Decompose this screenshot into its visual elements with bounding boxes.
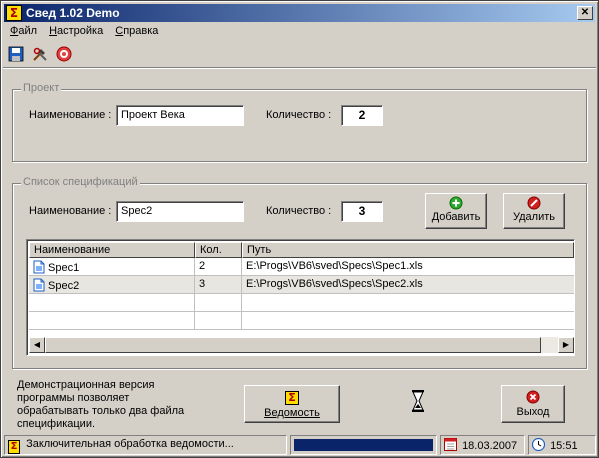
sigma-icon: Σ <box>285 391 299 405</box>
report-button-label: Ведомость <box>264 407 320 419</box>
report-button[interactable]: Σ Ведомость <box>244 385 340 423</box>
toolbar <box>5 43 75 65</box>
project-qty-input[interactable]: 2 <box>341 105 383 126</box>
delete-button-label: Удалить <box>513 211 555 223</box>
file-icon <box>33 260 45 274</box>
menu-help-label: правка <box>123 25 159 37</box>
project-name-input[interactable]: Проект Века <box>116 105 244 126</box>
window-title: Свед 1.02 Demo <box>26 6 120 20</box>
toolbar-separator <box>3 67 596 69</box>
progress-panel <box>290 435 437 455</box>
add-button-label: Добавить <box>431 211 481 223</box>
empty-row <box>29 294 574 312</box>
help-icon <box>56 46 72 62</box>
spec-qty-input[interactable]: 3 <box>341 201 383 222</box>
scroll-left-arrow[interactable]: ◀ <box>29 337 45 353</box>
menu-settings-accel: Н <box>49 25 58 37</box>
exit-button-label: Выход <box>516 406 550 418</box>
time-panel: 15:51 <box>528 435 596 455</box>
spec-name-label: Наименование : <box>29 205 112 217</box>
scroll-right-arrow[interactable]: ▶ <box>558 337 574 353</box>
spec-qty-label: Количество : <box>266 205 332 217</box>
empty-row <box>29 312 574 330</box>
menu-bar: Файл Настройка Справка <box>4 23 164 41</box>
status-text: Заключительная обработка ведомости... <box>26 438 234 450</box>
menu-file[interactable]: Файл <box>4 23 43 41</box>
row-name: Spec2 <box>48 280 80 292</box>
status-sigma-icon: Σ <box>8 440 20 454</box>
title-bar[interactable]: Σ Свед 1.02 Demo ✕ <box>4 4 595 22</box>
menu-file-label: айл <box>18 25 38 37</box>
row-path: E:\Progs\VB6\sved\Specs\Spec1.xls <box>246 260 423 272</box>
exit-button[interactable]: Выход <box>501 385 565 423</box>
menu-help[interactable]: Справка <box>109 23 164 41</box>
date-panel: 18.03.2007 <box>440 435 525 455</box>
status-bar: Σ Заключительная обработка ведомости... … <box>3 433 597 455</box>
menu-help-accel: С <box>115 25 124 37</box>
specs-legend: Список спецификаций <box>21 176 140 188</box>
list-row[interactable]: Spec1 2 E:\Progs\VB6\sved\Specs\Spec1.xl… <box>29 258 574 276</box>
project-name-label: Наименование : <box>29 109 112 121</box>
column-header-qty[interactable]: Кол. <box>195 242 242 258</box>
column-header-name[interactable]: Наименование <box>29 242 195 258</box>
exit-icon <box>526 390 540 404</box>
save-icon <box>8 46 24 62</box>
spec-name-input[interactable]: Spec2 <box>116 201 244 222</box>
row-qty: 3 <box>195 276 242 294</box>
row-name-cell: Spec1 <box>29 258 195 276</box>
row-qty: 2 <box>195 258 242 276</box>
delete-icon <box>527 196 541 210</box>
tools-toolbar-button[interactable] <box>29 43 51 65</box>
tools-icon <box>33 47 47 61</box>
close-button[interactable]: ✕ <box>577 6 593 20</box>
project-group: Проект <box>12 82 587 162</box>
scroll-thumb[interactable] <box>45 337 541 353</box>
demo-note: Демонстрационная версия программы позвол… <box>17 379 185 430</box>
column-header-path[interactable]: Путь <box>242 242 574 258</box>
horizontal-scrollbar[interactable]: ◀ ▶ <box>29 337 574 353</box>
calendar-icon <box>444 438 457 451</box>
list-row-selected[interactable]: Spec2 3 E:\Progs\VB6\sved\Specs\Spec2.xl… <box>29 276 574 294</box>
status-date: 18.03.2007 <box>462 440 518 452</box>
row-name: Spec1 <box>48 262 80 274</box>
clock-icon <box>531 437 546 452</box>
add-icon <box>449 196 463 210</box>
row-path: E:\Progs\VB6\sved\Specs\Spec2.xls <box>246 278 423 290</box>
progress-bar <box>294 439 433 451</box>
menu-settings[interactable]: Настройка <box>43 23 109 41</box>
help-toolbar-button[interactable] <box>53 43 75 65</box>
project-qty-label: Количество : <box>266 109 332 121</box>
list-header: Наименование Кол. Путь <box>29 242 574 258</box>
add-button[interactable]: Добавить <box>425 193 487 229</box>
file-icon <box>33 278 45 292</box>
main-window: Σ Свед 1.02 Demo ✕ Файл Настройка Справк… <box>0 0 599 458</box>
status-time: 15:51 <box>550 440 578 452</box>
save-toolbar-button[interactable] <box>5 43 27 65</box>
row-name-cell: Spec2 <box>29 276 195 294</box>
status-text-panel: Σ Заключительная обработка ведомости... <box>4 435 287 455</box>
menu-settings-label: астройка <box>57 25 104 37</box>
specs-list[interactable]: Наименование Кол. Путь Spec1 2 E:\Progs\… <box>26 239 575 356</box>
hourglass-icon <box>412 390 424 412</box>
delete-button[interactable]: Удалить <box>503 193 565 229</box>
app-sigma-icon: Σ <box>6 5 22 21</box>
project-legend: Проект <box>21 82 62 94</box>
